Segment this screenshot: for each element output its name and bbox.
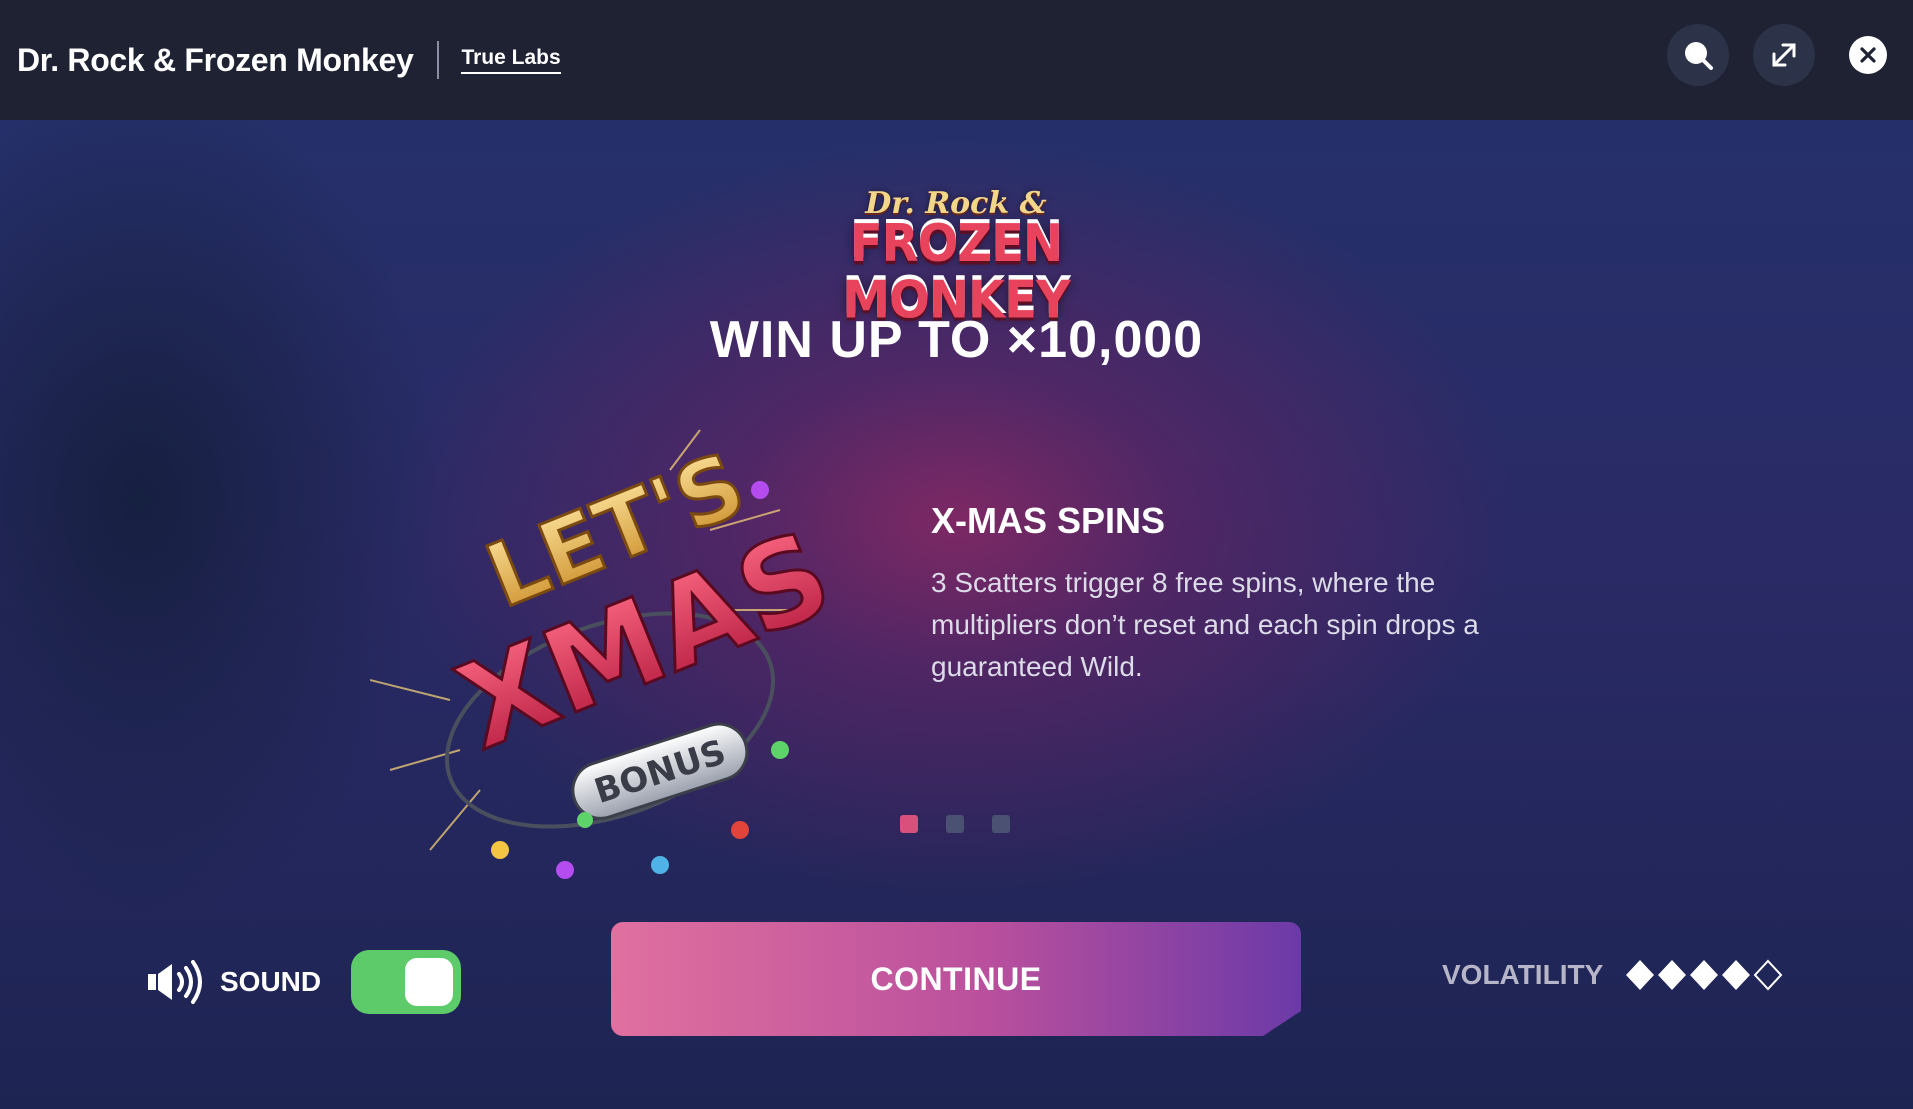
volatility-diamond-2 [1658, 960, 1687, 990]
volatility-diamonds [1626, 959, 1783, 991]
continue-button[interactable]: CONTINUE [611, 922, 1301, 1036]
volatility-diamond-5 [1753, 959, 1783, 991]
speaker-icon [148, 960, 202, 1004]
sound-label: SOUND [220, 966, 322, 997]
top-actions [1643, 24, 1887, 86]
slide-pagination [900, 815, 1038, 833]
sound-toggle[interactable] [351, 950, 462, 1014]
volatility-label: VOLATILITY [1442, 959, 1604, 990]
pagination-dot-3[interactable] [992, 815, 1010, 833]
volatility-diamond-4 [1722, 960, 1751, 990]
game-logo: Dr. Rock & FROZEN MONKEY [756, 188, 1156, 329]
volatility-diamond-3 [1690, 960, 1719, 990]
max-win-headline: WIN UP TO ×10,000 [709, 311, 1204, 369]
pagination-dot-1[interactable] [900, 815, 918, 833]
game-title: Dr. Rock & Frozen Monkey [17, 41, 414, 78]
provider-link[interactable]: True Labs [461, 46, 561, 74]
close-icon [1860, 47, 1876, 63]
xmas-bonus-artwork: LET'S XMAS BONUS [370, 429, 850, 879]
sound-control: SOUND [146, 950, 462, 1014]
sound-toggle-knob [405, 958, 454, 1006]
fullscreen-button[interactable] [1753, 24, 1815, 86]
volatility-indicator: VOLATILITY [1442, 958, 1785, 992]
pagination-dot-2[interactable] [946, 815, 964, 833]
top-bar: Dr. Rock & Frozen Monkey True Labs [0, 0, 1913, 120]
intro-screen: Dr. Rock & FROZEN MONKEY WIN UP TO ×10,0… [0, 120, 1913, 1109]
search-button[interactable] [1667, 24, 1729, 86]
feature-title: X-MAS SPINS [931, 500, 1166, 541]
close-button[interactable] [1849, 36, 1887, 74]
expand-icon [1772, 43, 1796, 67]
feature-panel: X-MAS SPINS 3 Scatters trigger 8 free sp… [931, 500, 1491, 688]
volatility-diamond-1 [1626, 960, 1655, 990]
search-icon [1685, 42, 1713, 70]
title-divider [437, 41, 440, 79]
feature-description: 3 Scatters trigger 8 free spins, where t… [931, 567, 1479, 682]
